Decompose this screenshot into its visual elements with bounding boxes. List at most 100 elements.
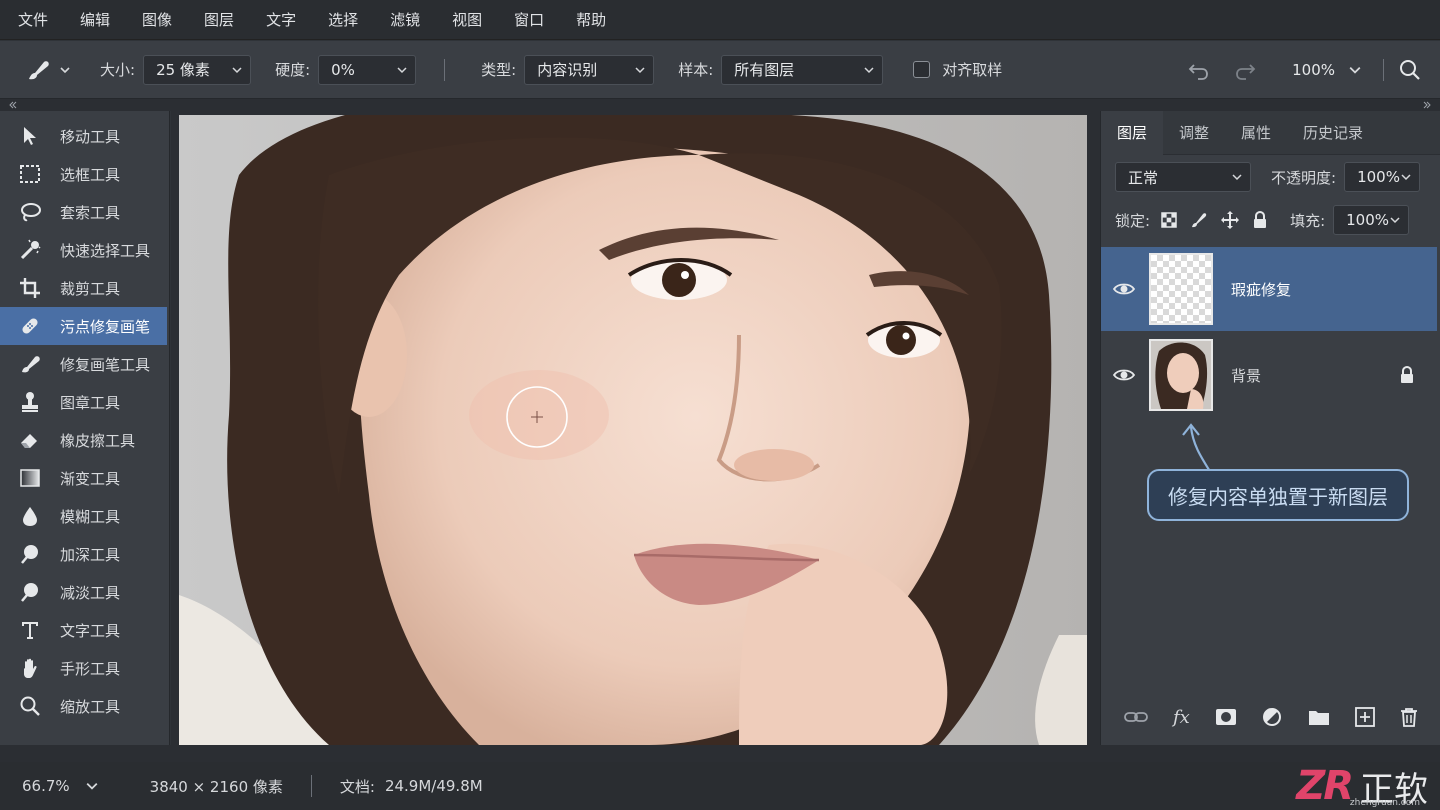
layer-row-background[interactable]: 背景 — [1101, 333, 1437, 417]
tool-burn[interactable]: 加深工具 — [0, 535, 169, 573]
chevron-down-icon — [864, 66, 874, 73]
lock-transparent-icon[interactable] — [1160, 211, 1178, 229]
lock-all-icon[interactable] — [1252, 211, 1268, 229]
tool-blur[interactable]: 模糊工具 — [0, 497, 169, 535]
tool-hand[interactable]: 手形工具 — [0, 649, 169, 687]
tool-lasso[interactable]: 套索工具 — [0, 193, 169, 231]
collapse-right-icon[interactable] — [1422, 100, 1432, 110]
tool-label: 污点修复画笔 — [60, 317, 151, 336]
trash-icon[interactable] — [1400, 707, 1418, 727]
status-divider — [310, 775, 312, 797]
tool-label: 橡皮擦工具 — [60, 431, 136, 450]
tool-label: 选框工具 — [60, 165, 121, 184]
redo-icon[interactable] — [1232, 57, 1258, 83]
sample-dropdown[interactable]: 所有图层 — [721, 54, 884, 85]
link-icon[interactable] — [1123, 709, 1148, 725]
blend-mode-value: 正常 — [1128, 168, 1159, 187]
tool-label: 图章工具 — [60, 393, 121, 412]
tool-type[interactable]: 文字工具 — [0, 611, 169, 649]
layer-row-retouch[interactable]: 瑕疵修复 — [1101, 247, 1437, 331]
tool-eraser[interactable]: 橡皮擦工具 — [0, 421, 169, 459]
eye-icon[interactable] — [1113, 281, 1135, 297]
size-label: 大小: — [100, 61, 136, 79]
tool-spot-healing[interactable]: 污点修复画笔 — [0, 307, 167, 345]
new-layer-icon[interactable] — [1355, 707, 1375, 727]
layer-thumbnail-portrait — [1149, 339, 1213, 411]
folder-icon[interactable] — [1308, 708, 1330, 726]
brush-icon — [29, 60, 49, 79]
search-icon[interactable] — [1398, 58, 1422, 82]
menu-edit[interactable]: 编辑 — [80, 9, 110, 30]
layers-panel-footer: fx — [1101, 689, 1440, 745]
tab-layers[interactable]: 图层 — [1101, 110, 1164, 155]
chevron-down-icon — [1349, 66, 1361, 74]
hardness-label: 硬度: — [275, 61, 311, 79]
fx-icon[interactable]: fx — [1173, 707, 1190, 728]
lasso-icon — [18, 200, 42, 224]
tool-move[interactable]: 移动工具 — [0, 117, 169, 155]
menu-type[interactable]: 文字 — [266, 9, 296, 30]
undo-icon[interactable] — [1186, 57, 1212, 83]
menu-window[interactable]: 窗口 — [514, 9, 544, 30]
tool-zoom[interactable]: 缩放工具 — [0, 687, 169, 725]
tool-crop[interactable]: 裁剪工具 — [0, 269, 169, 307]
tool-dodge[interactable]: 减淡工具 — [0, 573, 169, 611]
collapse-left-icon[interactable] — [8, 100, 18, 110]
chevron-down-icon — [1401, 174, 1411, 181]
gradient-icon — [18, 466, 42, 490]
callout-note: 修复内容单独置于新图层 — [1147, 469, 1409, 521]
tool-healing-brush[interactable]: 修复画笔工具 — [0, 345, 169, 383]
opacity-dropdown[interactable]: 100% — [1344, 162, 1421, 192]
zoom-status-dropdown[interactable]: 66.7% — [22, 777, 98, 795]
menu-image[interactable]: 图像 — [142, 9, 172, 30]
fill-dropdown[interactable]: 100% — [1333, 205, 1410, 235]
type-dropdown[interactable]: 内容识别 — [524, 54, 655, 85]
menu-bar: 文件 编辑 图像 图层 文字 选择 滤镜 视图 窗口 帮助 — [0, 0, 1440, 40]
tool-label: 套索工具 — [60, 203, 121, 222]
align-label: 对齐取样 — [942, 61, 1003, 79]
zoom-dropdown[interactable]: 100% — [1292, 61, 1361, 79]
portrait-photo — [179, 115, 1087, 745]
size-dropdown[interactable]: 25 像素 — [143, 54, 252, 85]
opacity-label: 不透明度: — [1271, 168, 1337, 187]
mask-icon[interactable] — [1215, 708, 1237, 726]
chevron-down-icon — [635, 66, 645, 73]
tool-gradient[interactable]: 渐变工具 — [0, 459, 169, 497]
menu-select[interactable]: 选择 — [328, 9, 358, 30]
tool-marquee[interactable]: 选框工具 — [0, 155, 169, 193]
menu-view[interactable]: 视图 — [452, 9, 482, 30]
canvas-area[interactable] — [171, 111, 1100, 745]
lock-icon — [1401, 366, 1413, 383]
tab-history[interactable]: 历史记录 — [1287, 111, 1379, 155]
lock-position-icon[interactable] — [1220, 210, 1240, 230]
tool-preset-picker[interactable] — [24, 56, 72, 84]
tool-quick-select[interactable]: 快速选择工具 — [0, 231, 169, 269]
callout-text: 修复内容单独置于新图层 — [1168, 484, 1388, 509]
menu-layer[interactable]: 图层 — [204, 9, 234, 30]
type-value: 内容识别 — [537, 61, 598, 79]
layer-name: 背景 — [1231, 366, 1262, 385]
tool-stamp[interactable]: 图章工具 — [0, 383, 169, 421]
blend-mode-dropdown[interactable]: 正常 — [1115, 162, 1251, 192]
stamp-icon — [18, 390, 42, 414]
status-zoom: 66.7% — [22, 777, 70, 795]
status-doc-value: 24.9M/49.8M — [384, 777, 483, 795]
eye-icon[interactable] — [1113, 367, 1135, 383]
menu-help[interactable]: 帮助 — [576, 9, 606, 30]
adjustment-layer-icon[interactable] — [1262, 707, 1282, 727]
lock-pixels-icon[interactable] — [1190, 211, 1208, 229]
align-checkbox[interactable] — [913, 61, 931, 78]
options-divider — [1383, 58, 1384, 81]
options-divider — [444, 58, 446, 81]
menu-file[interactable]: 文件 — [18, 9, 48, 30]
watermark-logo: ZR 正软 zhengruan.com — [1296, 762, 1428, 810]
tab-properties[interactable]: 属性 — [1225, 111, 1287, 155]
menu-filter[interactable]: 滤镜 — [390, 9, 420, 30]
bottom-strip — [0, 745, 1440, 762]
tool-label: 模糊工具 — [60, 507, 121, 526]
spot-healing-icon — [18, 314, 42, 338]
hardness-dropdown[interactable]: 0% — [318, 54, 417, 85]
tab-adjustments[interactable]: 调整 — [1163, 111, 1225, 155]
document-image[interactable] — [179, 115, 1087, 745]
blur-icon — [18, 504, 42, 528]
